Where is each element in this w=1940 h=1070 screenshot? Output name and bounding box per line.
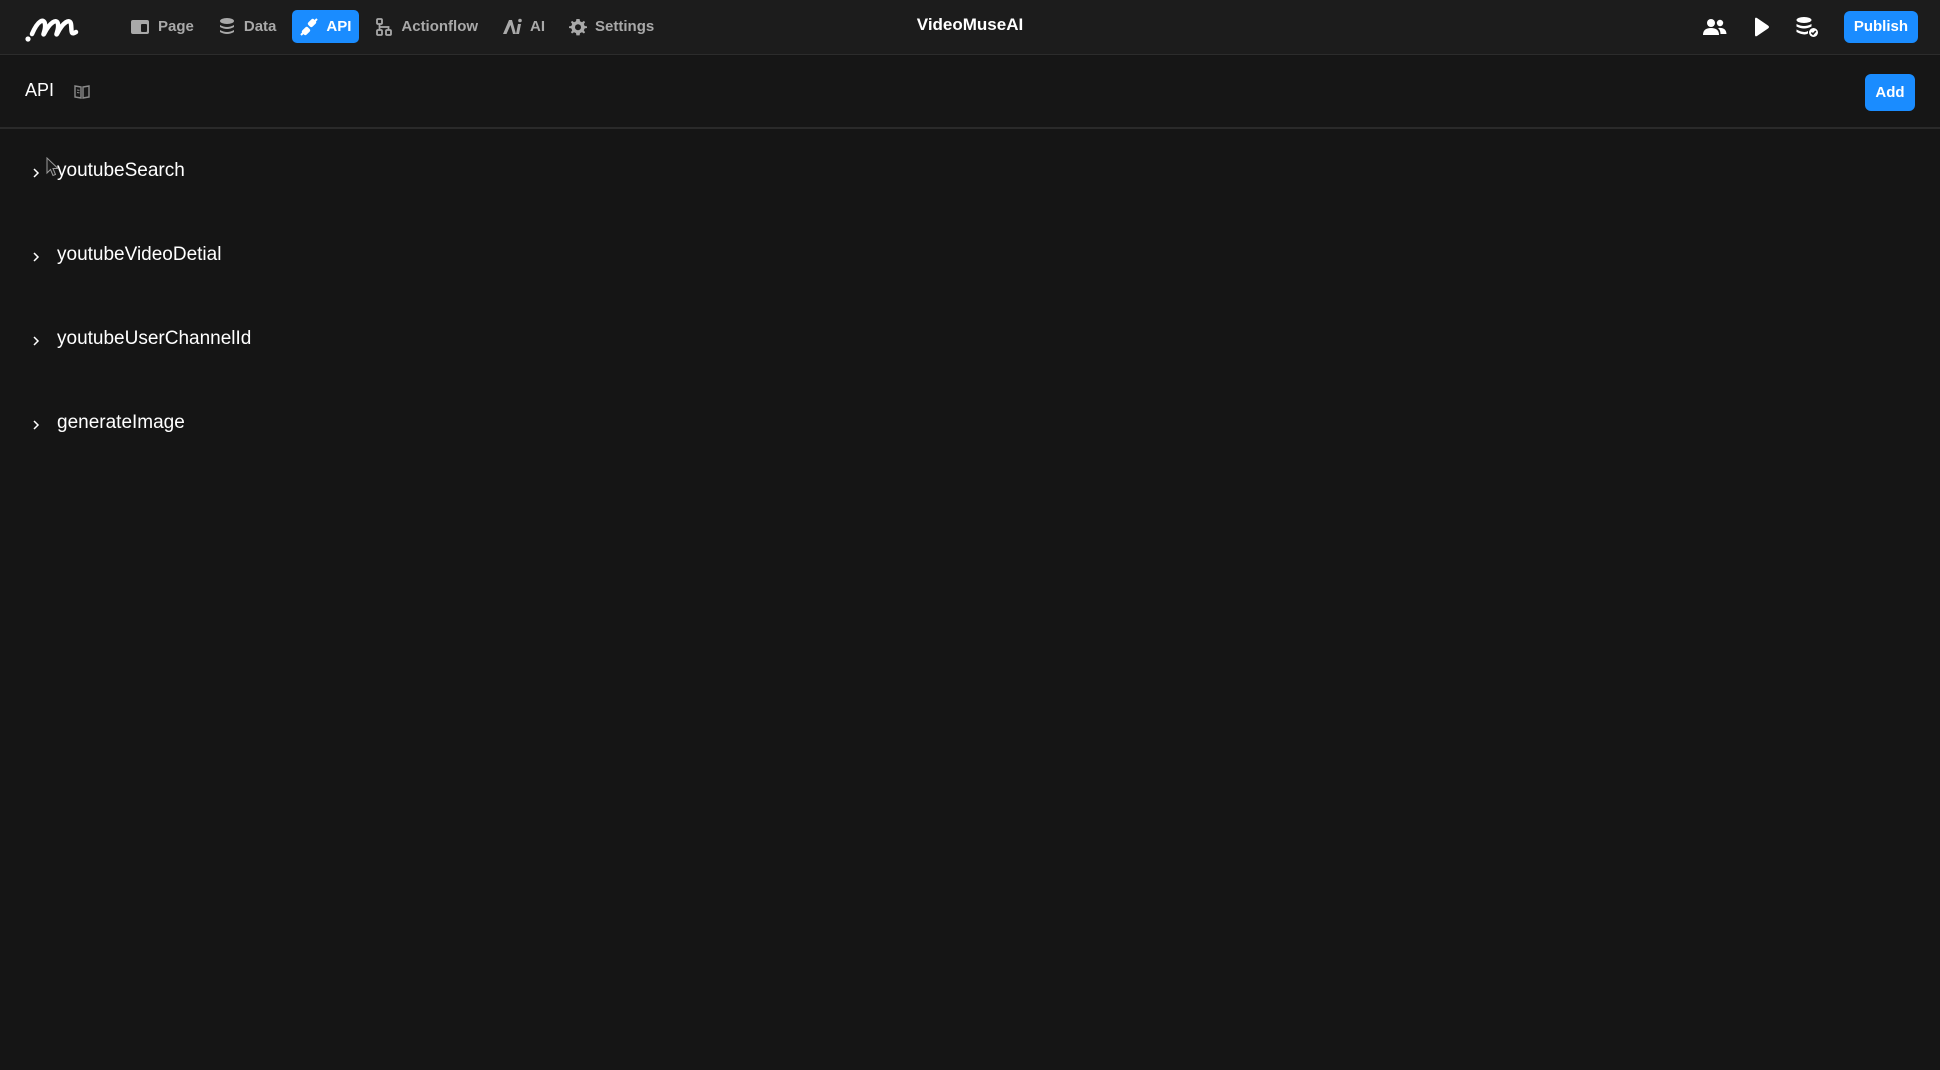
- database-status-button[interactable]: [1792, 12, 1822, 42]
- plug-icon: [300, 17, 319, 36]
- brand-logo-icon[interactable]: [24, 10, 82, 44]
- mouse-cursor-icon: [46, 157, 60, 177]
- api-name: youtubeVideoDetial: [57, 244, 222, 265]
- database-check-icon: [1796, 16, 1818, 37]
- flow-icon: [376, 17, 393, 36]
- list-item[interactable]: youtubeUserChannelId: [0, 313, 1940, 397]
- list-item[interactable]: generateImage: [0, 397, 1940, 481]
- chevron-right-icon[interactable]: [29, 166, 43, 180]
- api-name: youtubeSearch: [57, 160, 185, 181]
- toolbar-actions: Publish: [1684, 10, 1918, 43]
- ai-icon: [503, 18, 522, 34]
- nav-actionflow[interactable]: Actionflow: [367, 10, 486, 43]
- chevron-right-icon[interactable]: [29, 334, 43, 348]
- database-icon: [219, 17, 234, 34]
- nav-settings-label: Settings: [595, 18, 655, 35]
- nav-ai-label: AI: [530, 18, 546, 35]
- nav-actionflow-label: Actionflow: [401, 18, 479, 35]
- nav-page-label: Page: [158, 18, 194, 35]
- book-icon[interactable]: [73, 83, 91, 101]
- users-button[interactable]: [1700, 12, 1730, 42]
- top-navigation-bar: Page Data API Actionflow AI Settings Vid…: [0, 0, 1940, 55]
- users-icon: [1702, 18, 1727, 35]
- gear-icon: [569, 18, 588, 35]
- main-nav: Page Data API Actionflow AI Settings: [122, 10, 670, 43]
- api-name: generateImage: [57, 412, 185, 433]
- page-title: API: [25, 80, 55, 100]
- preview-button[interactable]: [1746, 12, 1776, 42]
- nav-api-label: API: [326, 18, 352, 35]
- nav-data-label: Data: [243, 18, 277, 35]
- nav-page[interactable]: Page: [122, 10, 202, 43]
- api-page-header: API Add: [0, 56, 1940, 129]
- nav-ai[interactable]: AI: [494, 10, 553, 43]
- chevron-right-icon[interactable]: [29, 250, 43, 264]
- publish-button[interactable]: Publish: [1843, 10, 1918, 43]
- list-item[interactable]: youtubeSearch: [0, 145, 1940, 229]
- page-icon: [131, 19, 149, 34]
- nav-settings[interactable]: Settings: [561, 10, 662, 43]
- add-api-button[interactable]: Add: [1865, 74, 1915, 111]
- nav-data[interactable]: Data: [210, 10, 285, 43]
- api-list: youtubeSearch youtubeVideoDetial youtube…: [0, 145, 1940, 481]
- chevron-right-icon[interactable]: [29, 418, 43, 432]
- list-item[interactable]: youtubeVideoDetial: [0, 229, 1940, 313]
- api-name: youtubeUserChannelId: [57, 328, 252, 349]
- nav-api[interactable]: API: [292, 10, 360, 43]
- play-icon: [1754, 17, 1769, 36]
